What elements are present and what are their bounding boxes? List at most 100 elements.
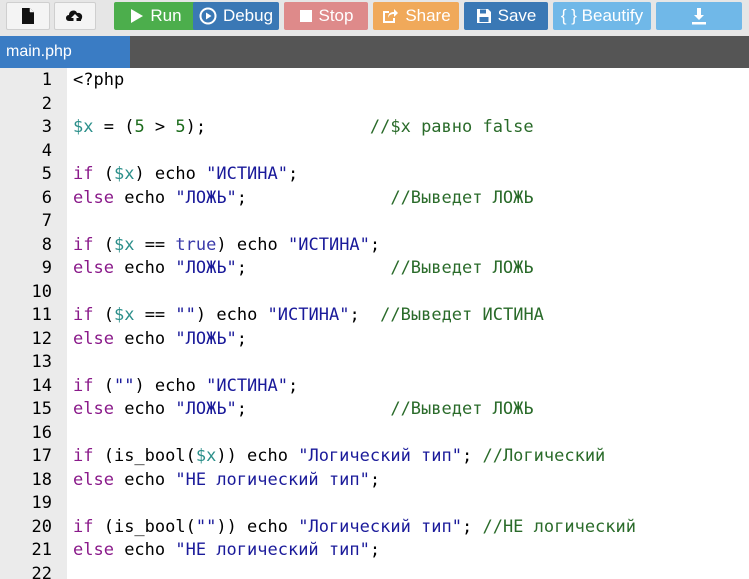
code-line: 5 if ($x) echo "ИСТИНА"; — [0, 162, 749, 186]
code-token: (is_bool( — [93, 516, 196, 537]
code-token: == — [134, 305, 176, 325]
line-number: 13 — [31, 352, 52, 372]
line-number: 7 — [41, 211, 52, 231]
line-number: 2 — [41, 93, 52, 114]
code-text: else echo "ЛОЖЬ"; //Выведет ЛОЖЬ — [73, 397, 534, 421]
code-token: //НЕ логический — [472, 516, 636, 537]
run-label: Run — [150, 6, 182, 25]
code-token: if — [73, 305, 94, 325]
code-token: echo — [113, 540, 176, 560]
beautify-button[interactable]: { } Beautify — [553, 2, 651, 30]
line-number: 6 — [41, 187, 52, 208]
code-line: 3 $x = (5 > 5); //$x равно false — [0, 115, 749, 139]
code-line: 17 if (is_bool($x)) echo "Логический тип"… — [0, 444, 749, 468]
code-text: if ($x == "") echo "ИСТИНА"; //Выведет И… — [73, 303, 544, 327]
line-number: 4 — [41, 140, 52, 161]
code-token: <?php — [73, 70, 125, 90]
file-icon — [20, 7, 36, 25]
code-token: echo — [113, 399, 176, 419]
play-icon — [130, 8, 144, 24]
code-token: //Выведет ЛОЖЬ — [247, 399, 534, 419]
code-token: == — [134, 234, 176, 255]
tab-main-php[interactable]: main.php — [0, 36, 130, 68]
share-button[interactable]: Share — [373, 2, 459, 30]
line-number: 21 — [31, 540, 52, 560]
code-token: "ЛОЖЬ" — [175, 187, 237, 208]
code-token: else — [73, 328, 114, 349]
line-number: 8 — [41, 234, 52, 255]
stop-label: Stop — [318, 6, 354, 25]
line-number: 15 — [31, 399, 52, 419]
stop-button[interactable]: Stop — [284, 2, 368, 30]
code-token: ; — [288, 164, 299, 184]
tab-bar: main.php — [0, 36, 749, 68]
code-token: "Логический тип" — [298, 516, 462, 537]
code-token: ; — [369, 469, 381, 490]
code-token: ; — [461, 446, 473, 466]
code-line: 4 — [0, 139, 749, 163]
code-line: 16 — [0, 421, 749, 445]
code-token: 5 — [175, 117, 186, 137]
code-token: ; — [288, 375, 299, 396]
code-token: $x — [113, 305, 135, 325]
code-token: ) echo — [134, 164, 207, 184]
code-editor[interactable]: 1 <?php 2 3 $x = (5 > 5); //$x равно false 4 5… — [0, 68, 749, 579]
code-token: "НЕ логический тип" — [175, 540, 370, 560]
download-button[interactable] — [656, 2, 742, 30]
code-token: "ИСТИНА" — [206, 164, 288, 184]
code-token: ); — [185, 117, 207, 137]
code-token: "НЕ логический тип" — [175, 469, 370, 490]
code-token: $x — [73, 117, 94, 137]
line-number: 16 — [31, 422, 52, 443]
code-token: )) echo — [216, 516, 299, 537]
line-number: 12 — [31, 328, 52, 349]
line-number: 5 — [41, 164, 52, 184]
code-token: echo — [113, 187, 176, 208]
code-token: ( — [93, 305, 114, 325]
line-number: 19 — [31, 493, 52, 513]
code-line: 18 else echo "НЕ логический тип"; — [0, 468, 749, 492]
code-line: 19 — [0, 491, 749, 515]
line-number: 18 — [31, 469, 52, 490]
new-file-button[interactable] — [6, 2, 50, 30]
line-number: 22 — [31, 563, 52, 579]
code-text: else echo "ЛОЖЬ"; //Выведет ЛОЖЬ — [73, 186, 534, 210]
code-token: //Выведет ИСТИНА — [359, 305, 544, 325]
upload-button[interactable] — [54, 2, 96, 30]
cloud-upload-icon — [64, 7, 86, 25]
code-line: 21 else echo "НЕ логический тип"; — [0, 538, 749, 562]
code-token: ; — [236, 187, 248, 208]
code-token: ; — [236, 328, 248, 349]
code-text: else echo "НЕ логический тип"; — [73, 468, 380, 492]
code-token: if — [73, 234, 94, 255]
save-button[interactable]: Save — [464, 2, 548, 30]
code-token: "ИСТИНА" — [206, 375, 288, 396]
code-line: 8 if ($x == true) echo "ИСТИНА"; — [0, 233, 749, 257]
code-token: if — [73, 375, 94, 396]
code-line: 20 if (is_bool("")) echo "Логический тип"… — [0, 515, 749, 539]
code-token: "ЛОЖЬ" — [175, 328, 237, 349]
run-button[interactable]: Run — [114, 2, 198, 30]
code-token: else — [73, 258, 114, 278]
line-number: 1 — [41, 70, 52, 90]
code-token: "ИСТИНА" — [288, 234, 370, 255]
code-token: ; — [349, 305, 360, 325]
code-line: 2 — [0, 92, 749, 116]
code-text: $x = (5 > 5); //$x равно false — [73, 115, 534, 139]
code-text: if (is_bool($x)) echo "Логический тип"; … — [73, 444, 605, 468]
code-text: else echo "НЕ логический тип"; — [73, 538, 380, 562]
debug-button[interactable]: Debug — [193, 2, 279, 30]
code-token: if — [73, 516, 94, 537]
code-token: "Логический тип" — [298, 446, 462, 466]
code-token: = ( — [93, 117, 135, 137]
code-token: 5 — [134, 117, 145, 137]
code-token: ( — [93, 164, 114, 184]
beautify-label: { } Beautify — [560, 6, 644, 25]
code-token: ; — [369, 540, 381, 560]
line-number: 10 — [31, 281, 52, 302]
code-line: 11 if ($x == "") echo "ИСТИНА"; //Выведет… — [0, 303, 749, 327]
code-token: echo — [113, 469, 176, 490]
code-token: ; — [461, 516, 473, 537]
code-token: //Выведет ЛОЖЬ — [247, 187, 534, 208]
code-token: (is_bool( — [93, 446, 196, 466]
